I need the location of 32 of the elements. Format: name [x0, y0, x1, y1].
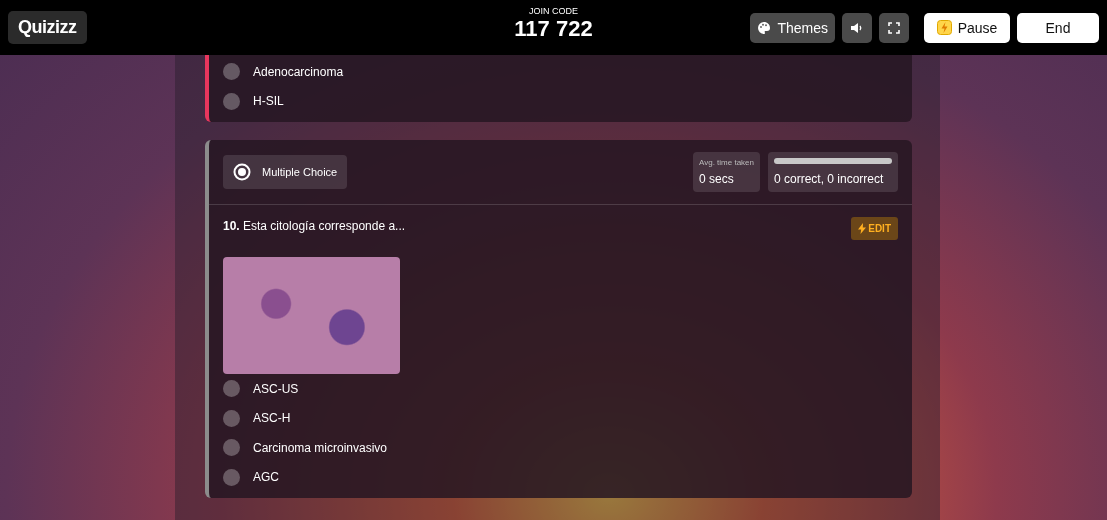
- pause-button[interactable]: Pause: [924, 12, 1010, 43]
- option-label: H-SIL: [253, 94, 284, 109]
- option-label: Adenocarcinoma: [253, 64, 344, 79]
- avg-time-label: Avg. time taken: [699, 158, 754, 167]
- radio-icon: [233, 163, 251, 181]
- option-circle: [223, 468, 240, 486]
- themes-button[interactable]: Themes: [750, 12, 835, 43]
- question-text: 10. Esta citología corresponde a...: [223, 219, 406, 233]
- option-label: ASC-H: [253, 411, 291, 426]
- option-circle: [223, 92, 240, 110]
- sound-button[interactable]: [842, 12, 872, 43]
- option-label: AGC: [253, 470, 279, 485]
- avg-time-value: 0 secs: [699, 172, 735, 186]
- option-circle: [223, 380, 240, 398]
- lightning-icon: [858, 223, 867, 234]
- accuracy-text: 0 correct, 0 incorrect: [774, 172, 885, 186]
- fullscreen-icon: [888, 21, 900, 34]
- quizizz-logo: Quizizz: [8, 11, 87, 44]
- end-button[interactable]: End: [1017, 12, 1099, 43]
- question-type-label: Multiple Choice: [262, 166, 338, 178]
- option-label: Carcinoma microinvasivo: [253, 440, 388, 455]
- option-circle: [223, 439, 240, 457]
- join-code: 117 722: [514, 16, 593, 42]
- palette-icon: [757, 20, 772, 35]
- option-circle: [223, 63, 240, 81]
- option-circle: [223, 409, 240, 427]
- fullscreen-button[interactable]: [879, 12, 909, 43]
- lightning-icon: [936, 20, 952, 35]
- edit-button[interactable]: EDIT: [851, 217, 898, 240]
- speaker-icon: [851, 22, 863, 33]
- join-code-label: JOIN CODE: [529, 6, 578, 16]
- option-label: ASC-US: [253, 381, 299, 396]
